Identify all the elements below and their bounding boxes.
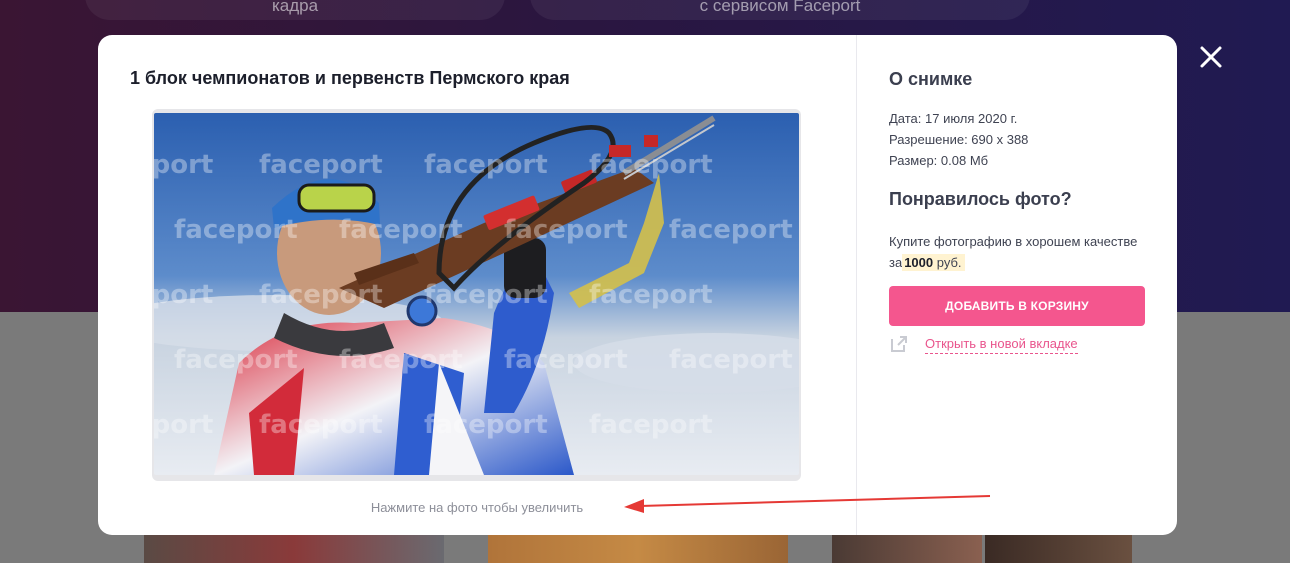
like-title: Понравилось фото?: [889, 189, 1072, 209]
svg-text:faceport: faceport: [504, 345, 628, 375]
purchase-text: Купите фотографию в хорошем качестве за 1…: [889, 231, 1149, 273]
photo-modal: 1 блок чемпионатов и первенств Пермского…: [98, 35, 1177, 535]
modal-title: 1 блок чемпионатов и первенств Пермского…: [130, 68, 570, 88]
svg-text:faceport: faceport: [174, 345, 298, 375]
photo-resolution: Разрешение: 690 x 388: [889, 132, 1029, 147]
biathlete-photo[interactable]: eport faceport faceport faceport faceport fa…: [154, 113, 799, 475]
add-to-cart-button[interactable]: ДОБАВИТЬ В КОРЗИНУ: [889, 286, 1145, 326]
svg-text:faceport: faceport: [259, 410, 383, 440]
svg-text:faceport: faceport: [589, 410, 713, 440]
svg-text:faceport: faceport: [174, 215, 298, 245]
photo-size: Размер: 0.08 Мб: [889, 153, 989, 168]
svg-text:faceport: faceport: [259, 150, 383, 180]
svg-text:eport: eport: [154, 410, 213, 440]
svg-text:faceport: faceport: [504, 215, 628, 245]
photo-date: Дата: 17 июля 2020 г.: [889, 111, 1018, 126]
svg-text:eport: eport: [154, 150, 213, 180]
svg-text:eport: eport: [154, 280, 213, 310]
photo-zoom-area[interactable]: eport faceport faceport faceport faceport fa…: [152, 109, 801, 481]
info-panel: О снимке Дата: 17 июля 2020 г. Разрешени…: [857, 35, 1177, 535]
price-currency: руб.: [936, 255, 962, 270]
svg-text:faceport: faceport: [339, 215, 463, 245]
svg-text:faceport: faceport: [589, 280, 713, 310]
external-link-icon[interactable]: [889, 334, 909, 354]
svg-text:faceport: faceport: [589, 150, 713, 180]
svg-text:faceport: faceport: [669, 345, 793, 375]
price-amount: 1000: [904, 255, 934, 270]
zoom-hint: Нажмите на фото чтобы увеличить: [370, 500, 584, 515]
svg-text:faceport: faceport: [259, 280, 383, 310]
svg-text:faceport: faceport: [424, 280, 548, 310]
open-new-tab-link[interactable]: Открыть в новой вкладке: [925, 336, 1078, 354]
svg-text:faceport: faceport: [424, 150, 548, 180]
photo-panel: 1 блок чемпионатов и первенств Пермского…: [98, 35, 856, 535]
svg-text:faceport: faceport: [424, 410, 548, 440]
price: 1000 руб.: [902, 254, 965, 271]
close-button[interactable]: [1194, 40, 1228, 74]
svg-text:faceport: faceport: [669, 215, 793, 245]
svg-text:faceport: faceport: [339, 345, 463, 375]
about-title: О снимке: [889, 69, 973, 89]
close-icon: [1200, 46, 1222, 68]
